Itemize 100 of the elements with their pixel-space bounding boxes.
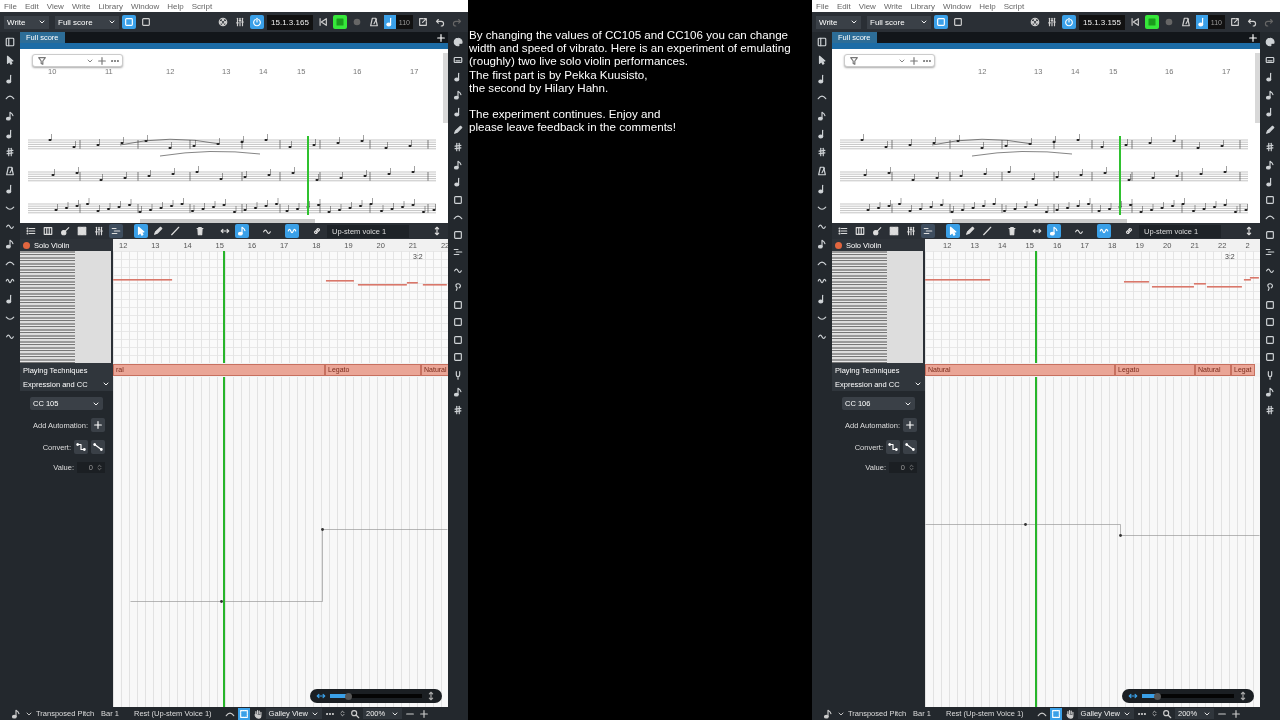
zoom-in-icon[interactable] [1230,707,1243,720]
keyboard-icon[interactable] [1265,54,1275,65]
lanes-icon[interactable] [1265,247,1275,257]
horizontal-zoom-icon[interactable] [316,691,326,701]
select-icon[interactable] [1049,707,1062,720]
square-icon[interactable] [453,299,463,310]
metronome-icon[interactable] [817,165,827,176]
add-tab-icon[interactable] [1248,32,1260,43]
film-reel-icon[interactable] [1028,15,1042,29]
mixer-icon[interactable] [233,15,247,29]
menu-item[interactable]: Write [883,1,903,11]
sharp-icon[interactable] [453,404,463,415]
list-icon[interactable] [836,224,850,238]
menu-item[interactable]: Write [71,1,91,11]
linear-curve-button[interactable] [91,440,105,454]
list-icon[interactable] [24,224,38,238]
zoom-in-icon[interactable] [418,707,431,720]
layout-dropdown[interactable]: Full score [55,15,119,29]
step-curve-button[interactable] [74,440,88,454]
line-tool-icon[interactable] [980,224,994,238]
window-view-icon[interactable] [951,15,965,29]
pencil-icon[interactable] [453,124,463,135]
ear-icon[interactable] [1265,282,1275,292]
eighth-note-icon[interactable] [453,387,463,397]
layout-dropdown[interactable]: Full score [867,15,931,29]
sharp-icon[interactable] [453,142,463,152]
lanes-icon[interactable] [453,247,463,257]
horizontal-zoom-icon[interactable] [1128,691,1138,701]
panel-toggle-icon[interactable] [5,37,15,47]
caret-icon[interactable] [102,380,110,388]
square-icon[interactable] [453,229,463,240]
trash-icon[interactable] [193,224,207,238]
sharp-icon[interactable] [817,147,827,158]
spin-icon[interactable] [338,708,348,719]
add-icon[interactable] [909,55,919,66]
menu-item[interactable]: Script [191,1,213,11]
play-button[interactable] [332,15,347,29]
mode-dropdown[interactable]: Write [816,15,861,29]
filter-icon[interactable] [849,55,859,66]
piano-icon[interactable] [41,224,55,238]
filter-icon[interactable] [37,55,47,66]
menu-item[interactable]: Edit [24,1,39,11]
slider-thumb[interactable] [1154,692,1162,700]
vertical-zoom-icon[interactable] [1238,691,1248,701]
eighth-note-icon[interactable] [5,239,15,250]
menu-item[interactable]: Library [98,1,123,11]
square-icon[interactable] [1265,317,1275,327]
spinner-icon[interactable] [908,463,915,472]
note-icon[interactable] [383,15,396,29]
menu-item[interactable]: Window [942,1,972,11]
film-reel-icon[interactable] [216,15,230,29]
menu-item[interactable]: View [858,1,876,11]
play-button[interactable] [1144,15,1159,29]
add-automation-button[interactable] [903,418,917,432]
square-icon[interactable] [453,352,463,362]
square-icon[interactable] [453,194,463,205]
caret-icon[interactable] [914,380,922,388]
velocity-icon[interactable] [285,224,299,238]
horizontal-scrollbar[interactable] [140,219,315,223]
magnifier-icon[interactable] [349,707,362,720]
menu-item[interactable]: Edit [836,1,851,11]
eighth-note-icon[interactable] [453,89,463,100]
spin-icon[interactable] [1150,708,1160,719]
vertical-zoom-icon[interactable] [426,691,436,701]
pencil-icon[interactable] [1265,124,1275,135]
velocity-icon[interactable] [1097,224,1111,238]
page-view-icon[interactable] [122,15,136,29]
external-link-icon[interactable] [1228,15,1242,29]
eighth-note-icon[interactable] [5,110,15,121]
sharp-icon[interactable] [1265,404,1275,415]
step-curve-button[interactable] [886,440,900,454]
metronome-icon[interactable] [5,165,15,176]
linear-curve-button[interactable] [903,440,917,454]
menu-item[interactable]: Script [1003,1,1025,11]
sharp-icon[interactable] [5,147,15,158]
external-link-icon[interactable] [416,15,430,29]
keyboard-icon[interactable] [453,54,463,65]
vertical-scrollbar[interactable] [443,53,448,123]
window-view-icon[interactable] [139,15,153,29]
note-icon[interactable] [10,707,22,720]
trash-icon[interactable] [1005,224,1019,238]
menu-item[interactable]: File [816,1,829,11]
fork-icon[interactable] [453,369,463,380]
square-icon[interactable] [453,317,463,327]
mixer-icon[interactable] [1045,15,1059,29]
ear-icon[interactable] [453,282,463,292]
select-icon[interactable] [237,707,250,720]
square-icon[interactable] [1265,334,1275,345]
square-icon[interactable] [1265,352,1275,362]
note-icon[interactable] [822,707,834,720]
square-icon[interactable] [1265,229,1275,240]
page-view-icon[interactable] [934,15,948,29]
menu-item[interactable]: File [4,1,17,11]
lanes-icon[interactable] [921,224,935,238]
eighth-note-icon[interactable] [817,239,827,250]
eighth-note-icon[interactable] [1265,387,1275,397]
mixer-icon[interactable] [904,224,918,238]
horizontal-scrollbar[interactable] [952,219,1127,223]
eighth-note-icon[interactable] [817,110,827,121]
square-icon[interactable] [1265,299,1275,310]
